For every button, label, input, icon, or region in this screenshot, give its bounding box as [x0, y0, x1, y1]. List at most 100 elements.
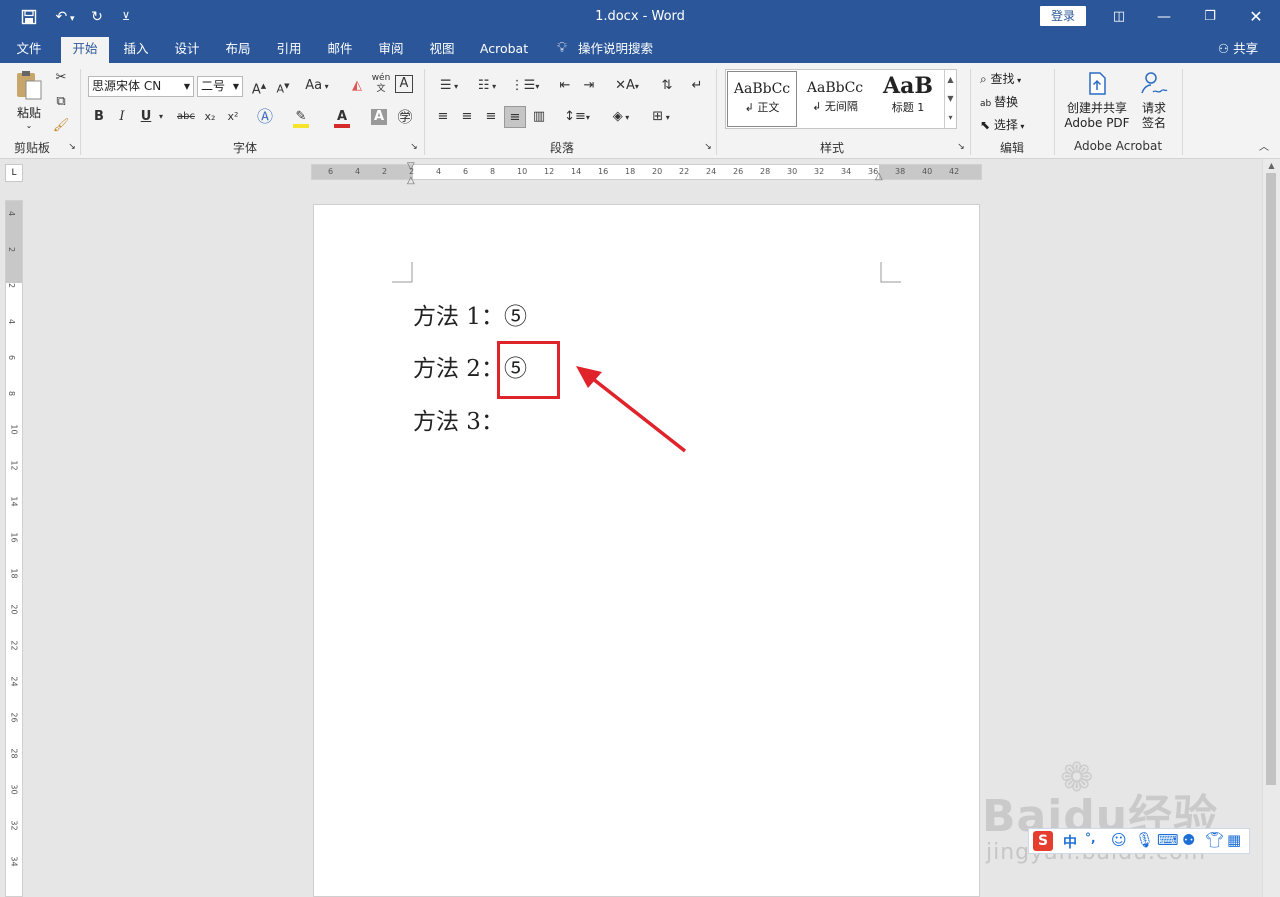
copy-icon[interactable]: ⧉: [50, 91, 72, 113]
sogou-logo-icon[interactable]: S: [1033, 831, 1053, 851]
horizontal-ruler[interactable]: 6 4 2 2 4 6 8 10 12 14 16 18 20 22 24 26 28 30 32 34 36 38 40 4…: [311, 161, 982, 186]
collapse-ribbon-icon[interactable]: ︿: [1256, 141, 1272, 155]
ime-mode[interactable]: 中: [1063, 832, 1077, 852]
style-normal[interactable]: AaBbCc ↲ 正文: [727, 71, 797, 127]
char-shading-icon[interactable]: A: [371, 109, 387, 125]
tab-selector[interactable]: L: [5, 164, 23, 182]
multilevel-list-icon[interactable]: ⋮☰▾: [508, 75, 542, 97]
tell-me-search[interactable]: 操作说明搜索: [578, 34, 662, 63]
document-line-3[interactable]: 方法 3：: [413, 402, 504, 436]
clear-format-icon[interactable]: ◭: [346, 75, 368, 97]
login-button[interactable]: 登录: [1040, 6, 1086, 26]
vertical-scrollbar[interactable]: ▲: [1262, 159, 1280, 897]
tab-layout[interactable]: 布局: [216, 34, 260, 63]
justify-icon[interactable]: ≡: [504, 106, 526, 128]
tab-file[interactable]: 文件: [4, 34, 54, 63]
microphone-icon[interactable]: 🎙︎: [1135, 831, 1154, 849]
right-indent-marker[interactable]: △: [875, 171, 883, 182]
tab-view[interactable]: 视图: [420, 34, 464, 63]
font-color-icon[interactable]: A: [331, 106, 353, 128]
align-left-icon[interactable]: ≡: [432, 106, 454, 128]
cut-icon[interactable]: ✂: [50, 67, 72, 89]
user-icon[interactable]: ⚉: [1182, 831, 1195, 849]
dialog-launcher-icon[interactable]: ↘: [66, 141, 78, 153]
customize-qat-icon[interactable]: ⊻: [116, 0, 136, 34]
show-marks-icon[interactable]: ↵: [686, 75, 708, 97]
style-heading-1[interactable]: AaB 标题 1: [872, 71, 944, 127]
char-border-button[interactable]: A: [395, 75, 413, 93]
keyboard-icon[interactable]: ⌨: [1157, 831, 1179, 849]
borders-icon[interactable]: ⊞ ▾: [644, 106, 678, 128]
hanging-indent-marker[interactable]: △: [407, 175, 415, 186]
more-icon[interactable]: ▾: [945, 108, 956, 127]
font-size-select[interactable]: 二号 ▼: [197, 76, 243, 97]
ribbon-display-icon[interactable]: ◫: [1104, 0, 1134, 34]
ime-toolbar[interactable]: S 中 °, ☺ 🎙︎ ⌨ ⚉ 👕︎ ▦: [1028, 828, 1250, 854]
font-name-select[interactable]: 思源宋体 CN ▼: [88, 76, 194, 97]
chevron-up-icon[interactable]: ▲: [945, 70, 956, 89]
save-icon[interactable]: [16, 0, 42, 34]
skin-icon[interactable]: 👕︎: [1205, 831, 1224, 849]
chinese-layout-icon[interactable]: ✕A▾: [610, 75, 644, 97]
subscript-button[interactable]: x₂: [199, 106, 221, 128]
line-spacing-icon[interactable]: ↕≡▾: [560, 106, 594, 128]
text-effects-icon[interactable]: Ⓐ: [254, 106, 276, 128]
tab-review[interactable]: 审阅: [369, 34, 413, 63]
tab-references[interactable]: 引用: [267, 34, 311, 63]
align-right-icon[interactable]: ≡: [480, 106, 502, 128]
shrink-font-icon[interactable]: A▼: [272, 75, 294, 97]
highlight-icon[interactable]: ✎: [290, 106, 312, 128]
dialog-launcher-icon[interactable]: ↘: [408, 141, 420, 153]
request-sign-button[interactable]: 请求 签名: [1134, 71, 1174, 131]
grow-font-icon[interactable]: A▲: [248, 75, 270, 97]
align-center-icon[interactable]: ≡: [456, 106, 478, 128]
phonetic-guide-button[interactable]: wén 文: [370, 73, 392, 95]
share-button[interactable]: ⚇ 共享: [1208, 34, 1268, 63]
underline-button[interactable]: U: [135, 106, 157, 128]
style-no-spacing[interactable]: AaBbCc ↲ 无间隔: [800, 71, 870, 127]
tab-home[interactable]: 开始: [61, 37, 109, 63]
strikethrough-button[interactable]: abc: [174, 106, 198, 128]
bold-button[interactable]: B: [88, 106, 110, 128]
tab-acrobat[interactable]: Acrobat: [472, 34, 536, 63]
format-painter-icon[interactable]: 🖌︎: [50, 115, 72, 137]
numbering-icon[interactable]: ☷ ▾: [470, 75, 504, 97]
document-line-1[interactable]: 方法 1：⑤: [413, 297, 527, 331]
chevron-down-icon[interactable]: ▾: [155, 106, 167, 128]
dialog-launcher-icon[interactable]: ↘: [702, 141, 714, 153]
toolbox-icon[interactable]: ▦: [1227, 831, 1241, 849]
replace-button[interactable]: ab 替换: [980, 93, 1018, 110]
paste-button[interactable]: 粘贴 ⌄: [12, 69, 46, 133]
sort-icon[interactable]: ⇅: [656, 75, 678, 97]
close-icon[interactable]: ✕: [1244, 0, 1268, 34]
redo-icon[interactable]: ↻: [86, 0, 108, 34]
first-line-indent-marker[interactable]: ▽: [407, 161, 415, 172]
enclose-char-icon[interactable]: ㊫: [394, 106, 416, 128]
shading-icon[interactable]: ◈ ▾: [604, 106, 638, 128]
decrease-indent-icon[interactable]: ⇤: [554, 75, 576, 97]
minimize-icon[interactable]: —: [1152, 0, 1176, 34]
dialog-launcher-icon[interactable]: ↘: [955, 141, 967, 153]
vertical-ruler[interactable]: 4 2 2 4 6 8 10 12 14 16 18 20 22 24 26 28 30 32 34: [5, 200, 23, 897]
ime-punct[interactable]: °,: [1085, 831, 1096, 845]
select-button[interactable]: ⬉ 选择 ▾: [980, 116, 1024, 133]
emoji-icon[interactable]: ☺: [1111, 831, 1127, 849]
change-case-button[interactable]: Aa ▾: [300, 75, 334, 97]
scroll-up-icon[interactable]: ▲: [1263, 161, 1280, 170]
restore-icon[interactable]: ❐: [1198, 0, 1222, 34]
styles-scroll[interactable]: ▲ ▼ ▾: [944, 70, 956, 128]
superscript-button[interactable]: x²: [222, 106, 244, 128]
tab-mailings[interactable]: 邮件: [318, 34, 362, 63]
tab-design[interactable]: 设计: [165, 34, 209, 63]
undo-icon[interactable]: ↶ ▾: [48, 0, 82, 34]
chevron-down-icon[interactable]: ▼: [945, 89, 956, 108]
scroll-thumb[interactable]: [1266, 173, 1276, 785]
create-pdf-button[interactable]: 创建并共享 Adobe PDF: [1062, 71, 1132, 131]
italic-button[interactable]: I: [111, 106, 133, 128]
find-button[interactable]: ⌕ 查找 ▾: [980, 70, 1021, 87]
tab-insert[interactable]: 插入: [114, 34, 158, 63]
ruler-tick-label: 14: [9, 496, 19, 507]
bullets-icon[interactable]: ☰ ▾: [432, 75, 466, 97]
distributed-icon[interactable]: ▥: [528, 106, 550, 128]
increase-indent-icon[interactable]: ⇥: [578, 75, 600, 97]
